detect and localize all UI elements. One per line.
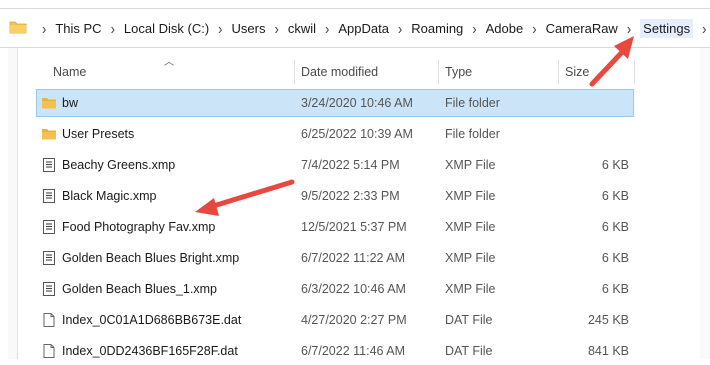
file-row[interactable]: Index_0DD2436BF165F28F.dat 6/7/2022 11:46… [36,337,634,365]
chevron-right-icon[interactable]: › [398,19,402,37]
breadcrumb-item[interactable]: CameraRaw [546,21,618,36]
breadcrumb-item[interactable]: ckwil [288,21,316,36]
file-date-modified: 6/3/2022 10:46 AM [301,282,406,296]
xmp-file-icon [41,188,57,204]
xmp-file-icon [41,250,57,266]
column-header-name[interactable]: Name [53,65,86,79]
breadcrumb-item[interactable]: Adobe [486,21,524,36]
column-divider[interactable] [438,60,439,84]
file-name: Golden Beach Blues_1.xmp [62,282,217,296]
file-row[interactable]: Golden Beach Blues Bright.xmp 6/7/2022 11… [36,244,634,272]
address-bar[interactable]: › This PC › Local Disk (C:) › Users › ckwil › App… [0,8,710,48]
breadcrumb-item[interactable]: This PC [55,21,101,36]
file-name: User Presets [62,127,135,141]
file-type: XMP File [445,282,496,296]
file-size: 6 KB [601,282,629,296]
file-type: File folder [445,127,500,141]
file-name: Index_0C01A1D686BB673E.dat [62,313,242,327]
chevron-right-icon[interactable]: › [702,19,706,37]
chevron-right-icon[interactable]: › [42,19,46,37]
file-row[interactable]: Golden Beach Blues_1.xmp 6/3/2022 10:46 A… [36,275,634,303]
file-name: Black Magic.xmp [62,189,157,203]
vertical-scrollbar[interactable] [700,48,710,359]
file-date-modified: 9/5/2022 2:33 PM [301,189,400,203]
column-divider[interactable] [294,60,295,84]
column-header-type[interactable]: Type [445,65,472,79]
file-name: bw [62,96,78,110]
file-row[interactable]: User Presets 6/25/2022 10:39 AM File folde… [36,120,634,148]
file-type: DAT File [445,344,493,358]
file-size: 6 KB [601,189,629,203]
file-size: 6 KB [601,158,629,172]
column-header-row: Name Date modified Type Size [36,60,710,84]
dat-file-icon [41,343,57,359]
breadcrumb-item[interactable]: Local Disk (C:) [124,21,209,36]
file-type: DAT File [445,313,493,327]
chevron-right-icon[interactable]: › [532,19,536,37]
file-row[interactable]: Beachy Greens.xmp 7/4/2022 5:14 PM XMP Fil… [36,151,634,179]
file-row[interactable]: Index_0C01A1D686BB673E.dat 4/27/2020 2:27… [36,306,634,334]
file-size: 6 KB [601,251,629,265]
column-header-size[interactable]: Size [565,65,589,79]
breadcrumb-item[interactable]: Users [232,21,266,36]
xmp-file-icon [41,281,57,297]
xmp-file-icon [41,157,57,173]
dat-file-icon [41,312,57,328]
navigation-pane-edge [8,48,18,359]
file-name: Beachy Greens.xmp [62,158,176,172]
folder-icon [41,126,57,142]
file-name: Index_0DD2436BF165F28F.dat [62,344,238,358]
chevron-right-icon[interactable]: › [472,19,476,37]
file-type: File folder [445,96,500,110]
file-size: 841 KB [587,344,629,358]
file-name: Food Photography Fav.xmp [62,220,216,234]
file-type: XMP File [445,251,496,265]
breadcrumb-item[interactable]: AppData [338,21,389,36]
file-date-modified: 6/7/2022 11:46 AM [301,344,406,358]
file-name: Golden Beach Blues Bright.xmp [62,251,240,265]
column-header-date[interactable]: Date modified [301,65,378,79]
file-size: 6 KB [601,220,629,234]
file-row[interactable]: Food Photography Fav.xmp 12/5/2021 5:37 P… [36,213,634,241]
chevron-right-icon[interactable]: › [627,19,631,37]
file-date-modified: 4/27/2020 2:27 PM [301,313,407,327]
folder-icon [9,20,27,37]
chevron-right-icon[interactable]: › [111,19,115,37]
file-date-modified: 3/24/2020 10:46 AM [301,96,413,110]
file-date-modified: 12/5/2021 5:37 PM [301,220,407,234]
file-row[interactable]: Black Magic.xmp 9/5/2022 2:33 PM XMP File 6… [36,182,634,210]
chevron-right-icon[interactable]: › [325,19,329,37]
file-row[interactable]: bw 3/24/2020 10:46 AM File folder [36,89,634,117]
file-type: XMP File [445,189,496,203]
chevron-right-icon[interactable]: › [274,19,278,37]
file-date-modified: 6/25/2022 10:39 AM [301,127,413,141]
folder-icon [41,95,57,111]
breadcrumb: › This PC › Local Disk (C:) › Users › ckwil › App… [33,18,710,38]
xmp-file-icon [41,219,57,235]
breadcrumb-item[interactable]: Roaming [411,21,463,36]
file-size: 245 KB [587,313,629,327]
column-divider[interactable] [634,60,635,84]
file-type: XMP File [445,158,496,172]
file-type: XMP File [445,220,496,234]
file-date-modified: 6/7/2022 11:22 AM [301,251,406,265]
file-date-modified: 7/4/2022 5:14 PM [301,158,400,172]
breadcrumb-item[interactable]: Settings [640,18,694,38]
chevron-right-icon[interactable]: › [218,19,222,37]
column-divider[interactable] [558,60,559,84]
